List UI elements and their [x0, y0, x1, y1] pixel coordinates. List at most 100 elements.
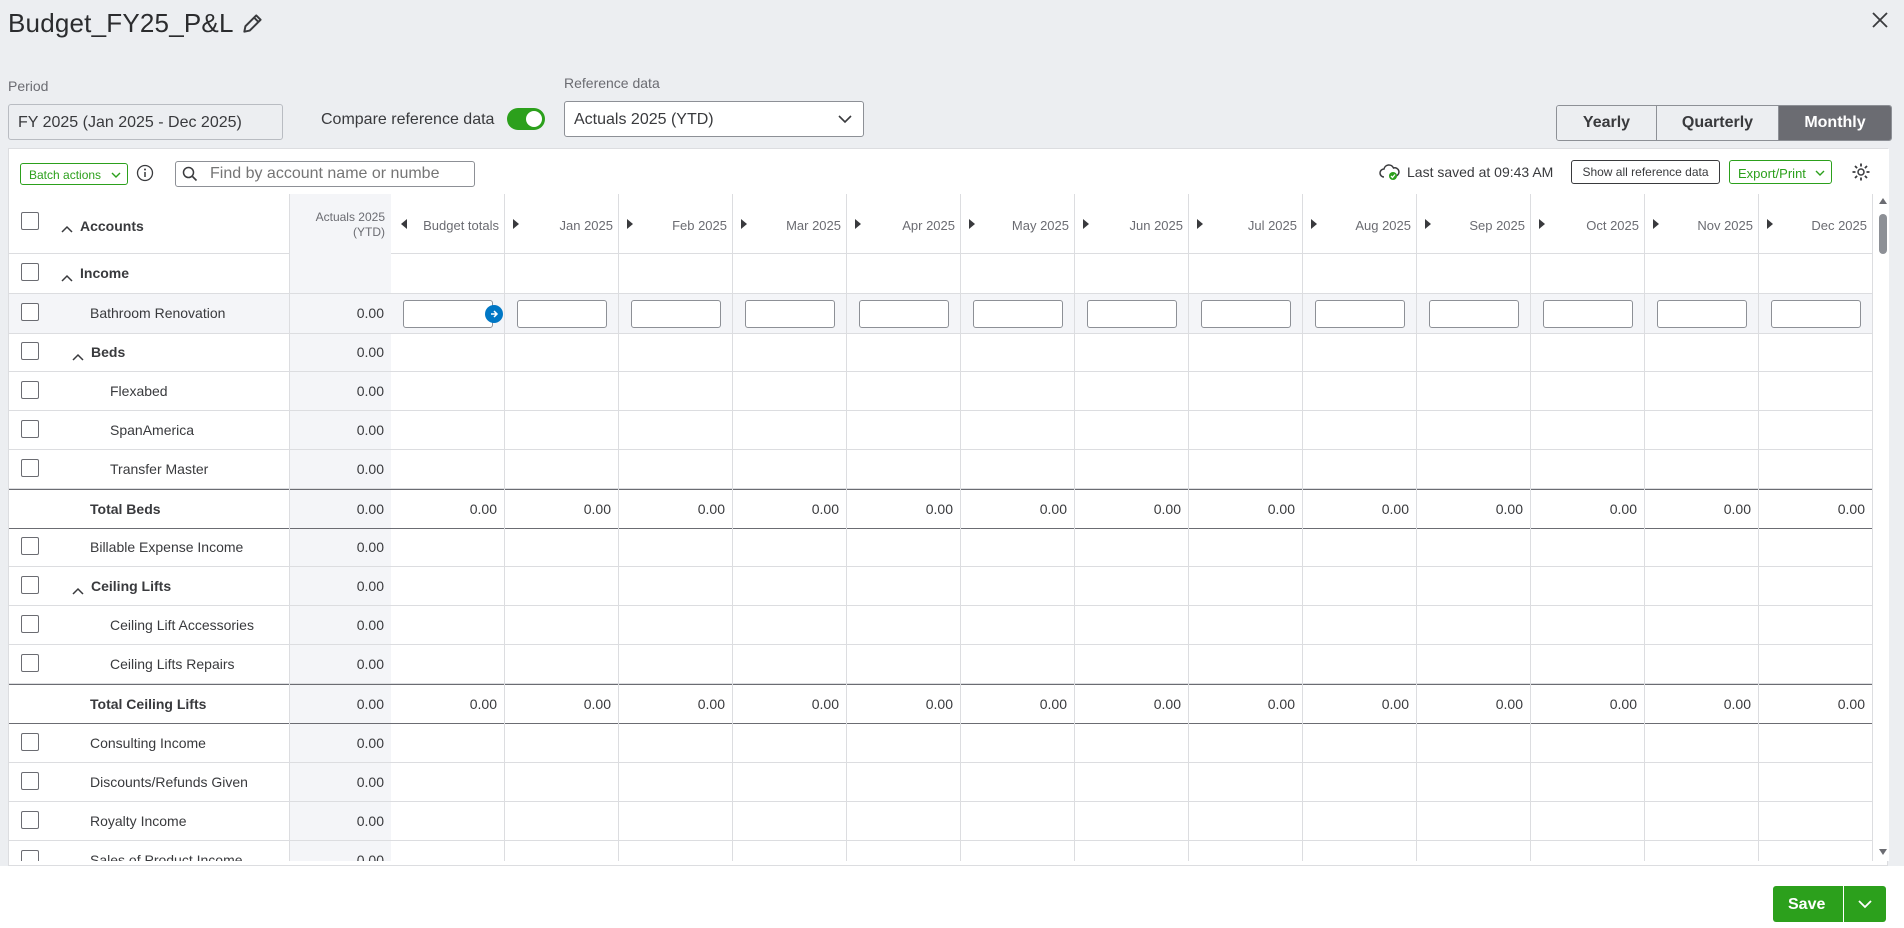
month-header: Nov 2025	[1697, 218, 1753, 233]
row-checkbox[interactable]	[21, 654, 39, 672]
row-checkbox[interactable]	[21, 850, 39, 861]
month-header: Feb 2025	[672, 218, 727, 233]
export-print-label: Export/Print	[1738, 166, 1806, 181]
month-total-value: 0.00	[1495, 501, 1523, 517]
account-name: Consulting Income	[90, 735, 206, 751]
actuals-value: 0.00	[356, 735, 384, 751]
scroll-up-arrow[interactable]	[1879, 198, 1887, 204]
budget-total-input[interactable]	[403, 300, 493, 328]
month-total-value: 0.00	[1837, 696, 1865, 712]
chevron-down-icon	[111, 172, 121, 178]
row-checkbox[interactable]	[21, 733, 39, 751]
select-all-checkbox[interactable]	[21, 212, 39, 230]
search-input[interactable]	[210, 165, 440, 183]
account-name: SpanAmerica	[110, 422, 195, 438]
actuals-value: 0.00	[356, 696, 384, 712]
column-divider	[1758, 194, 1759, 861]
period-field[interactable]: FY 2025 (Jan 2025 - Dec 2025)	[8, 104, 283, 140]
actuals-value: 0.00	[356, 422, 384, 438]
view-quarterly-button[interactable]: Quarterly	[1657, 106, 1779, 140]
collapse-row-icon[interactable]	[61, 269, 73, 287]
scroll-thumb[interactable]	[1879, 214, 1887, 254]
info-icon[interactable]	[136, 164, 154, 182]
actuals-value: 0.00	[356, 578, 384, 594]
row-checkbox[interactable]	[21, 263, 39, 281]
save-split-divider	[1843, 886, 1844, 922]
actuals-value: 0.00	[356, 774, 384, 790]
month-total-value: 0.00	[1267, 501, 1295, 517]
collapse-row-icon[interactable]	[72, 582, 84, 600]
month-input[interactable]	[1543, 300, 1633, 328]
column-divider	[1188, 194, 1189, 861]
month-total-value: 0.00	[925, 696, 953, 712]
actuals-cell	[289, 254, 391, 293]
row-checkbox[interactable]	[21, 420, 39, 438]
account-name: Ceiling Lift Accessories	[110, 617, 254, 633]
row-checkbox[interactable]	[21, 459, 39, 477]
close-icon[interactable]	[1868, 8, 1892, 32]
month-input[interactable]	[973, 300, 1063, 328]
row-checkbox[interactable]	[21, 537, 39, 555]
collapse-all-icon[interactable]	[61, 220, 73, 238]
batch-actions-button[interactable]: Batch actions	[20, 163, 128, 185]
pencil-icon[interactable]	[240, 10, 266, 36]
vertical-scrollbar[interactable]	[1877, 194, 1889, 861]
row-checkbox[interactable]	[21, 303, 39, 321]
budget-editor: Budget_FY25_P&L Period FY 2025 (Jan 2025…	[0, 0, 1904, 928]
reference-data-label: Reference data	[564, 75, 660, 91]
month-header: Mar 2025	[786, 218, 841, 233]
export-print-button[interactable]: Export/Print	[1729, 160, 1832, 184]
month-input[interactable]	[517, 300, 607, 328]
compare-reference-toggle[interactable]	[507, 108, 545, 130]
month-total-value: 0.00	[1609, 696, 1637, 712]
month-input[interactable]	[1771, 300, 1861, 328]
row-checkbox[interactable]	[21, 342, 39, 360]
collapse-row-icon[interactable]	[72, 348, 84, 366]
row-checkbox[interactable]	[21, 381, 39, 399]
save-button[interactable]: Save	[1773, 886, 1886, 922]
view-segmented-control: Yearly Quarterly Monthly	[1556, 105, 1892, 141]
month-input[interactable]	[1087, 300, 1177, 328]
save-options-chevron-icon[interactable]	[1857, 896, 1873, 912]
month-input[interactable]	[1429, 300, 1519, 328]
month-input[interactable]	[631, 300, 721, 328]
column-divider	[1644, 194, 1645, 861]
month-header: May 2025	[1011, 218, 1069, 233]
month-input[interactable]	[1315, 300, 1405, 328]
scroll-down-arrow[interactable]	[1879, 849, 1887, 855]
month-input[interactable]	[745, 300, 835, 328]
column-divider	[1416, 194, 1417, 861]
distribute-icon[interactable]	[485, 305, 503, 323]
search-icon	[182, 166, 198, 182]
footer-bar	[0, 866, 1904, 928]
column-divider	[504, 194, 505, 861]
reference-data-select[interactable]: Actuals 2025 (YTD)	[564, 101, 864, 137]
row-checkbox[interactable]	[21, 576, 39, 594]
row-checkbox[interactable]	[21, 772, 39, 790]
month-input[interactable]	[1657, 300, 1747, 328]
budget-panel: Batch actions Last saved at 09:43 AM Sho…	[8, 148, 1889, 866]
view-monthly-button[interactable]: Monthly	[1779, 106, 1891, 140]
view-yearly-button[interactable]: Yearly	[1557, 106, 1657, 140]
show-all-reference-button[interactable]: Show all reference data	[1571, 160, 1720, 184]
gear-icon[interactable]	[1851, 162, 1871, 182]
column-divider	[960, 194, 961, 861]
month-total-value: 0.00	[925, 501, 953, 517]
month-input[interactable]	[1201, 300, 1291, 328]
actuals-value: 0.00	[356, 813, 384, 829]
month-input[interactable]	[859, 300, 949, 328]
column-divider	[289, 194, 290, 861]
month-header: Aug 2025	[1355, 218, 1411, 233]
grid-toolbar: Batch actions Last saved at 09:43 AM Sho…	[9, 149, 1889, 194]
cloud-saved-icon	[1379, 164, 1400, 180]
actuals-value: 0.00	[356, 852, 384, 861]
month-total-value: 0.00	[1495, 696, 1523, 712]
toggle-knob	[526, 111, 542, 127]
account-name: Flexabed	[110, 383, 168, 399]
period-label: Period	[8, 78, 49, 94]
row-checkbox[interactable]	[21, 615, 39, 633]
month-total-value: 0.00	[1723, 696, 1751, 712]
row-checkbox[interactable]	[21, 811, 39, 829]
search-box	[175, 161, 475, 187]
month-total-value: 0.00	[1381, 501, 1409, 517]
